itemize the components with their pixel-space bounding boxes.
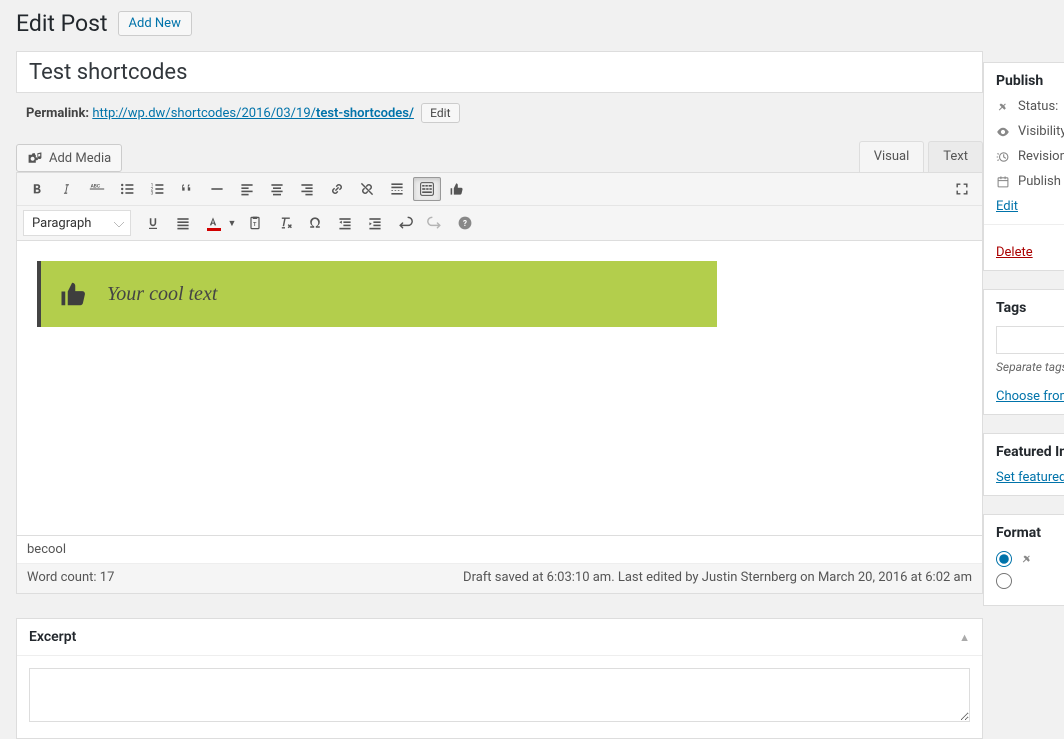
align-center-button[interactable] — [263, 177, 291, 201]
editor-status-path: becool — [17, 535, 982, 563]
tags-panel: Tags Separate tags with commas Choose fr… — [983, 289, 1064, 415]
word-count: Word count: 17 — [27, 570, 114, 585]
special-char-button[interactable] — [301, 211, 329, 235]
permalink-row: Permalink: http://wp.dw/shortcodes/2016/… — [16, 93, 983, 133]
tags-panel-title: Tags — [996, 300, 1064, 316]
indent-button[interactable] — [361, 211, 389, 235]
tag-input[interactable] — [996, 326, 1064, 354]
format-select[interactable]: Paragraph — [23, 210, 131, 236]
strikethrough-button[interactable]: ABC — [83, 177, 111, 201]
tab-text[interactable]: Text — [928, 141, 983, 172]
thumbs-up-shortcode-button[interactable] — [443, 177, 471, 201]
move-to-trash-link[interactable]: Delete — [996, 245, 1033, 260]
fullscreen-button[interactable] — [948, 177, 976, 201]
text-color-dropdown[interactable]: ▼ — [225, 211, 239, 235]
excerpt-title: Excerpt — [29, 629, 76, 645]
numbered-list-button[interactable]: 123 — [143, 177, 171, 201]
link-button[interactable] — [323, 177, 351, 201]
permalink-base: http://wp.dw/shortcodes/2016/03/19/ — [92, 106, 316, 121]
pin-icon — [996, 100, 1010, 114]
kitchen-sink-button[interactable] — [413, 177, 441, 201]
tab-visual[interactable]: Visual — [859, 141, 925, 172]
choose-tags-link[interactable]: Choose from the most used tags — [996, 389, 1064, 404]
add-media-button[interactable]: Add Media — [16, 144, 122, 172]
excerpt-textarea[interactable] — [29, 668, 970, 722]
add-media-label: Add Media — [49, 151, 111, 166]
editor-content[interactable]: Your cool text — [17, 241, 982, 535]
underline-button[interactable] — [139, 211, 167, 235]
draft-saved-status: Draft saved at 6:03:10 am. Last edited b… — [463, 570, 972, 585]
eye-icon — [996, 125, 1010, 139]
publish-visibility-label: Visibility: — [1018, 124, 1064, 139]
publish-revisions-label: Revisions: — [1018, 149, 1064, 164]
svg-text:?: ? — [463, 219, 467, 228]
help-button[interactable]: ? — [451, 211, 479, 235]
svg-text:T: T — [253, 222, 257, 228]
featured-image-title: Featured Image — [996, 444, 1064, 460]
shortcode-preview-text: Your cool text — [107, 283, 217, 306]
calendar-icon — [996, 175, 1010, 189]
set-featured-image-link[interactable]: Set featured image — [996, 470, 1064, 485]
tag-separator-hint: Separate tags with commas — [996, 360, 1064, 374]
shortcode-preview-block[interactable]: Your cool text — [37, 261, 717, 327]
permalink-slug: test-shortcodes/ — [316, 106, 414, 121]
redo-button[interactable] — [421, 211, 449, 235]
post-title-input[interactable] — [16, 51, 983, 93]
italic-button[interactable] — [53, 177, 81, 201]
format-panel-title: Format — [996, 525, 1064, 541]
page-title: Edit Post — [16, 10, 108, 37]
thumbs-up-icon — [59, 279, 89, 309]
format-radio-other[interactable] — [996, 573, 1012, 589]
align-right-button[interactable] — [293, 177, 321, 201]
read-more-button[interactable] — [383, 177, 411, 201]
camera-music-icon — [27, 150, 43, 166]
hr-button[interactable] — [203, 177, 231, 201]
excerpt-toggle[interactable]: ▲ — [959, 631, 970, 644]
align-justify-button[interactable] — [169, 211, 197, 235]
format-standard-icon — [1020, 552, 1034, 566]
publish-schedule-label: Publish — [1018, 174, 1061, 189]
paste-text-button[interactable]: T — [241, 211, 269, 235]
svg-text:3: 3 — [151, 191, 154, 197]
publish-panel: Publish Status: Visibility: Revisions: P… — [983, 62, 1064, 271]
revisions-icon — [996, 150, 1010, 164]
excerpt-metabox: Excerpt ▲ — [16, 618, 983, 739]
blockquote-button[interactable] — [173, 177, 201, 201]
text-color-button[interactable] — [199, 211, 227, 235]
unlink-button[interactable] — [353, 177, 381, 201]
clear-format-button[interactable] — [271, 211, 299, 235]
align-left-button[interactable] — [233, 177, 261, 201]
featured-image-panel: Featured Image Set featured image — [983, 433, 1064, 496]
publish-status-label: Status: — [1018, 99, 1058, 114]
format-panel: Format — [983, 514, 1064, 606]
undo-button[interactable] — [391, 211, 419, 235]
permalink-link[interactable]: http://wp.dw/shortcodes/2016/03/19/test-… — [92, 106, 414, 121]
publish-edit-link[interactable]: Edit — [996, 199, 1018, 214]
add-new-button[interactable]: Add New — [118, 11, 192, 36]
format-radio-standard[interactable] — [996, 551, 1012, 567]
publish-panel-title: Publish — [996, 73, 1064, 89]
bold-button[interactable] — [23, 177, 51, 201]
editor-toolbar: ABC 123 — [17, 173, 982, 241]
bullet-list-button[interactable] — [113, 177, 141, 201]
edit-permalink-button[interactable]: Edit — [421, 103, 459, 123]
permalink-label: Permalink: — [26, 106, 89, 121]
outdent-button[interactable] — [331, 211, 359, 235]
